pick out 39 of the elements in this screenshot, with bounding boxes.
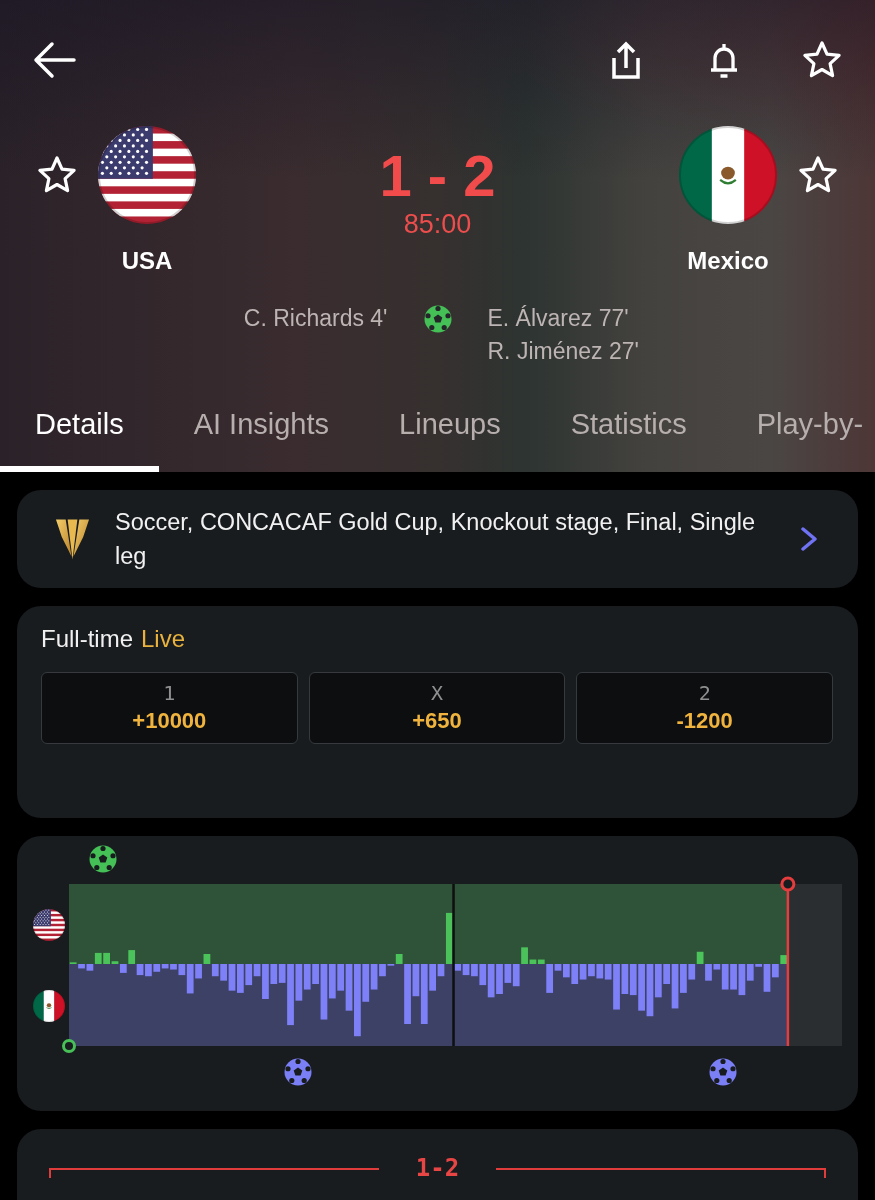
star-icon[interactable] bbox=[37, 155, 77, 195]
trophy-icon bbox=[55, 517, 90, 561]
home-momentum-bar bbox=[780, 955, 788, 964]
market-title: Full-time bbox=[41, 624, 133, 654]
live-status: Live bbox=[141, 624, 186, 654]
us-flag-icon bbox=[33, 909, 65, 941]
goal-scorer: C. Richards 4' bbox=[243, 304, 388, 333]
team-name: Mexico bbox=[687, 246, 769, 275]
soccer-ball-icon bbox=[709, 1058, 737, 1086]
home-momentum-bar bbox=[203, 954, 211, 964]
tab[interactable]: Play-by- bbox=[721, 407, 864, 472]
home-momentum-bar bbox=[395, 954, 403, 964]
soccer-ball-icon bbox=[89, 845, 117, 873]
kickoff-marker-icon bbox=[62, 1039, 76, 1053]
soccer-ball-icon bbox=[284, 1058, 312, 1086]
team-name: USA bbox=[121, 246, 173, 275]
mexico-flag-icon bbox=[33, 990, 65, 1022]
home-momentum-bar bbox=[128, 950, 136, 964]
summary-score: 1-2 bbox=[415, 1153, 460, 1183]
goal-scorer: R. Jiménez 27' bbox=[487, 337, 639, 366]
odds-button[interactable]: 1 +10000 bbox=[41, 672, 298, 744]
star-icon[interactable] bbox=[798, 155, 838, 195]
odds-button[interactable]: X +650 bbox=[308, 672, 566, 744]
tab[interactable]: AI Insights bbox=[158, 407, 365, 472]
tab[interactable]: Lineups bbox=[364, 407, 536, 472]
match-score: 1 - 2 bbox=[379, 147, 496, 205]
goal-scorer: E. Álvarez 77' bbox=[487, 304, 629, 333]
competition-row[interactable]: Soccer, CONCACAF Gold Cup, Knockout stage, Final, Single leg bbox=[17, 490, 858, 588]
mexico-flag-icon bbox=[679, 126, 777, 224]
tab[interactable]: Statistics bbox=[535, 407, 722, 472]
tab[interactable]: Details bbox=[0, 407, 159, 472]
star-icon[interactable] bbox=[802, 40, 842, 80]
home-momentum-bar bbox=[696, 951, 704, 964]
chevron-right-icon bbox=[800, 527, 818, 551]
odds-button[interactable]: 2 -1200 bbox=[576, 672, 833, 744]
home-momentum-bar bbox=[445, 912, 453, 964]
match-clock: 85:00 bbox=[403, 208, 472, 240]
soccer-ball-icon bbox=[423, 304, 452, 333]
back-arrow-icon[interactable] bbox=[32, 41, 76, 79]
